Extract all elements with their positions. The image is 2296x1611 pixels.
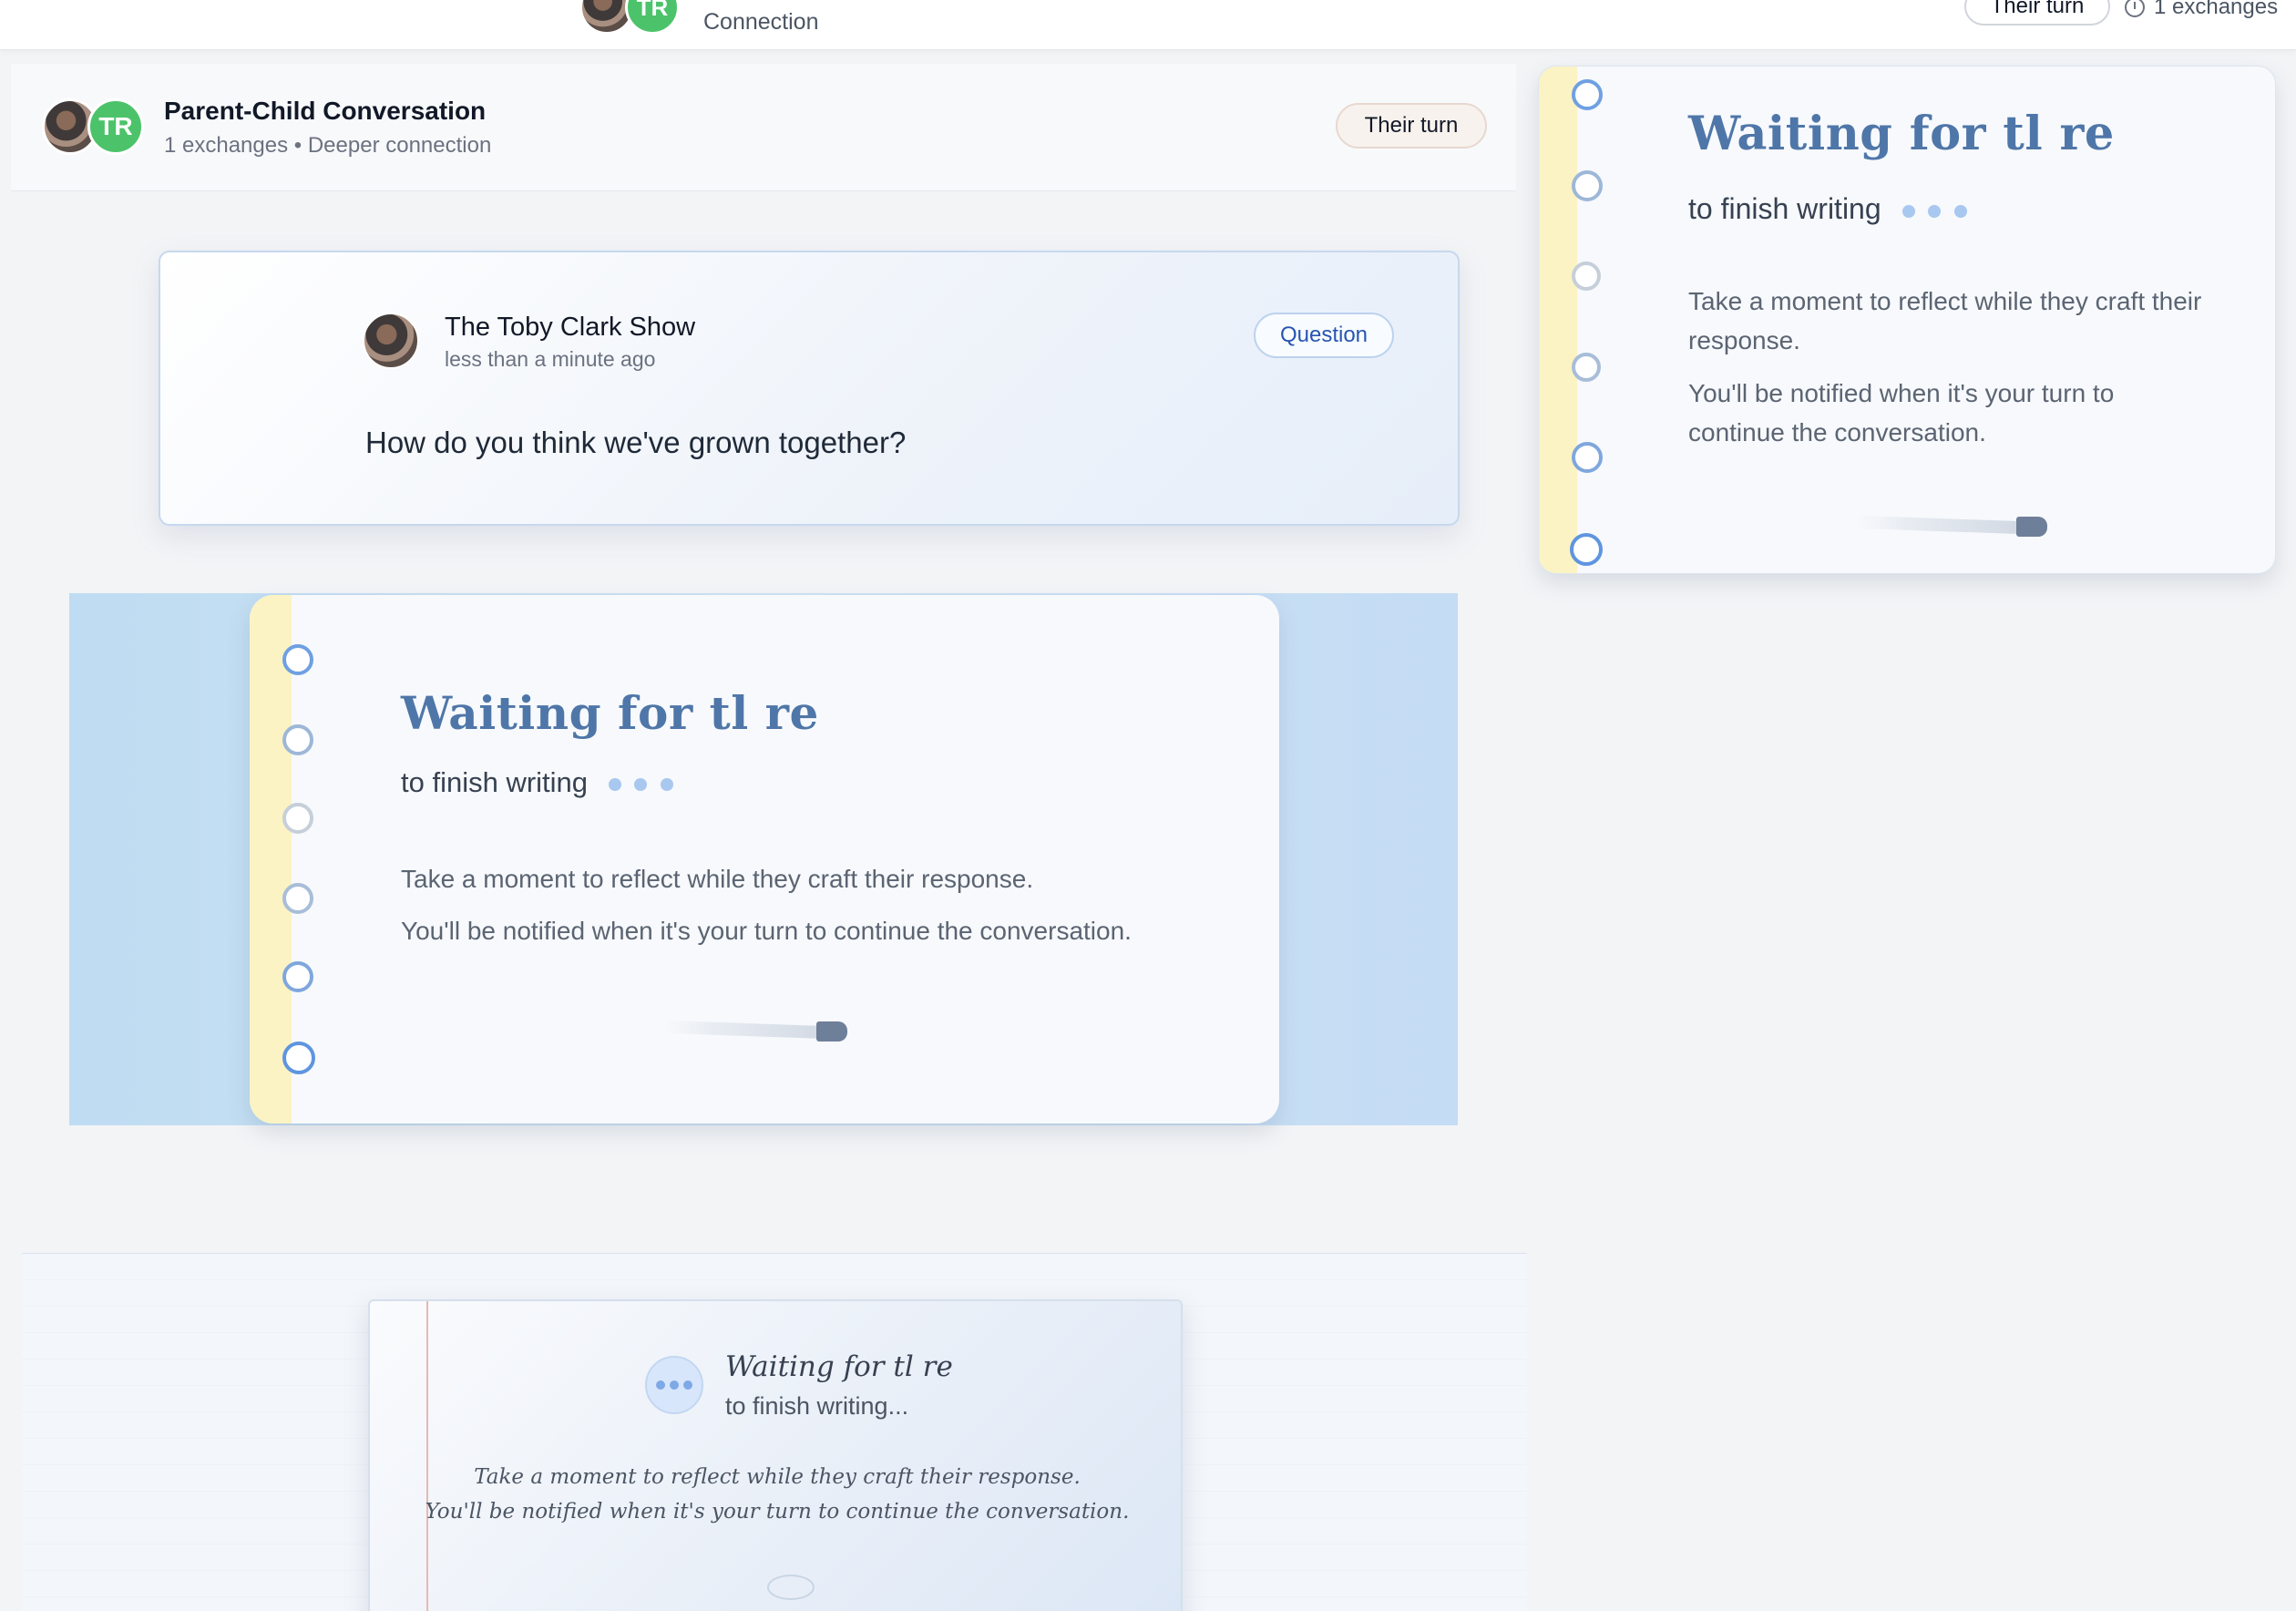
waiting-notebook-card: Waiting for tl re to finish writing Take…	[250, 595, 1279, 1124]
paper-body-line1: Take a moment to reflect while they craf…	[474, 1465, 1081, 1489]
typing-dot-icon	[1928, 204, 1942, 218]
pen-tip-icon	[2016, 517, 2047, 537]
typing-dot-icon	[608, 777, 621, 791]
typing-bubble-icon	[645, 1356, 703, 1414]
side-waiting-subtitle-text: to finish writing	[1688, 192, 1881, 225]
side-waiting-notebook-card: Waiting for tl re to finish writing Take…	[1538, 66, 2276, 574]
notebook-ring-icon	[1570, 533, 1603, 566]
notebook-ring-icon	[282, 1042, 315, 1074]
notebook-ring-icon	[1572, 262, 1601, 291]
paper-margin-line	[426, 1301, 428, 1611]
question-text: How do you think we've grown together?	[365, 426, 907, 459]
turn-status-badge: Their turn	[1336, 103, 1487, 149]
notebook-ring-icon	[282, 883, 313, 914]
conversation-title: Parent-Child Conversation	[164, 97, 487, 125]
typing-dot-icon	[1901, 204, 1915, 218]
notebook-ring-icon	[282, 644, 313, 675]
typing-dot-icon	[1954, 204, 1968, 218]
waiting-body-line1: Take a moment to reflect while they craf…	[401, 865, 1034, 893]
partner-avatar: TR	[625, 0, 680, 35]
pen-icon	[664, 1020, 830, 1040]
eye-icon	[767, 1575, 815, 1600]
notebook-ring-icon	[282, 724, 313, 755]
waiting-body: Take a moment to reflect while they craf…	[401, 859, 1239, 951]
pen-tip-icon	[816, 1021, 847, 1042]
notebook-binding-strip	[250, 595, 292, 1124]
waiting-panel: Waiting for tl re to finish writing Take…	[69, 593, 1458, 1125]
top-subtitle: Connection	[703, 9, 819, 35]
conversation-header[interactable]: TR Parent-Child Conversation 1 exchanges…	[11, 64, 1516, 191]
conversation-column: TR Parent-Child Conversation 1 exchanges…	[11, 64, 1527, 1611]
waiting-subtitle: to finish writing	[401, 766, 673, 799]
paper-body-line2: You'll be notified when it's your turn t…	[425, 1500, 1130, 1524]
pen-icon	[1857, 515, 2023, 535]
partner-avatar: TR	[87, 98, 144, 155]
notebook-ring-icon	[1572, 353, 1601, 382]
notebook-ring-icon	[282, 803, 313, 834]
typing-dot-icon	[634, 777, 648, 791]
side-waiting-body-line1: Take a moment to reflect while they craf…	[1688, 287, 2202, 355]
notebook-ring-icon	[1572, 79, 1603, 110]
question-badge: Question	[1254, 313, 1394, 358]
side-waiting-title: Waiting for tl re	[1688, 107, 2115, 161]
notebook-ring-icon	[1572, 442, 1603, 473]
top-exchanges-label: 1 exchanges	[2154, 0, 2279, 19]
question-card[interactable]: The Toby Clark Show less than a minute a…	[159, 251, 1460, 526]
typing-dot-icon	[660, 777, 673, 791]
waiting-title: Waiting for tl re	[401, 686, 819, 740]
side-column: Waiting for tl re to finish writing Take…	[1535, 64, 2279, 579]
notebook-ring-icon	[1572, 170, 1603, 201]
question-timestamp: less than a minute ago	[445, 347, 656, 371]
paper-subtitle: to finish writing...	[725, 1392, 909, 1420]
side-waiting-body-line2: You'll be notified when it's your turn t…	[1688, 378, 2115, 447]
app-page: TR Connection Their turn 1 exchanges TR …	[0, 0, 2296, 1611]
clock-icon	[2125, 0, 2145, 17]
notebook-ring-icon	[282, 961, 313, 992]
conversation-meta: 1 exchanges • Deeper connection	[164, 133, 492, 158]
side-waiting-subtitle: to finish writing	[1688, 192, 1968, 226]
author-avatar	[363, 313, 419, 369]
question-author: The Toby Clark Show	[445, 313, 696, 342]
top-bar: TR Connection Their turn 1 exchanges	[0, 0, 2296, 50]
notebook-binding-strip	[1539, 67, 1577, 573]
waiting-subtitle-text: to finish writing	[401, 766, 589, 798]
paper-title: Waiting for tl re	[725, 1350, 953, 1383]
top-exchanges: 1 exchanges	[2125, 0, 2278, 20]
paper-section: Waiting for tl re to finish writing... T…	[22, 1253, 1527, 1611]
waiting-body-line2: You'll be notified when it's your turn t…	[401, 917, 1132, 946]
waiting-paper-card: Waiting for tl re to finish writing... T…	[368, 1299, 1183, 1611]
side-waiting-body: Take a moment to reflect while they craf…	[1688, 282, 2217, 453]
top-turn-badge: Their turn	[1964, 0, 2110, 26]
